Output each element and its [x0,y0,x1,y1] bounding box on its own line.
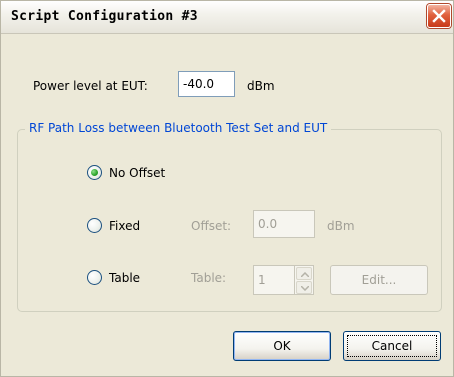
table-spinner[interactable] [295,265,314,295]
focus-ring [347,335,437,357]
spin-down-button[interactable] [296,281,312,294]
edit-table-button[interactable]: Edit... [330,265,428,295]
close-button[interactable] [427,4,451,28]
dialog-window: Script Configuration #3 Power level at E… [0,0,454,377]
close-icon [432,9,446,23]
offset-label: Offset: [191,219,232,233]
power-level-unit: dBm [247,79,275,93]
fixed-label[interactable]: Fixed [109,219,140,233]
table-radio[interactable] [87,270,102,285]
no-offset-radio[interactable] [87,165,102,180]
offset-unit: dBm [327,219,355,233]
radio-selected-dot [91,169,98,176]
no-offset-label[interactable]: No Offset [109,166,165,180]
fixed-radio[interactable] [87,218,102,233]
offset-input[interactable] [253,210,315,238]
table-input[interactable] [253,265,295,295]
table-field-label: Table: [191,271,227,285]
chevron-up-icon [301,272,309,277]
spin-up-button[interactable] [296,267,312,280]
rf-path-loss-group-title: RF Path Loss between Bluetooth Test Set … [25,121,332,135]
table-label[interactable]: Table [109,271,140,285]
power-level-label: Power level at EUT: [33,79,148,93]
ok-button[interactable]: OK [233,331,331,361]
cancel-button[interactable]: Cancel [343,331,441,361]
title-bar[interactable]: Script Configuration #3 [1,1,453,34]
window-title: Script Configuration #3 [11,9,198,24]
power-level-input[interactable] [178,71,235,97]
chevron-down-icon [301,286,309,291]
